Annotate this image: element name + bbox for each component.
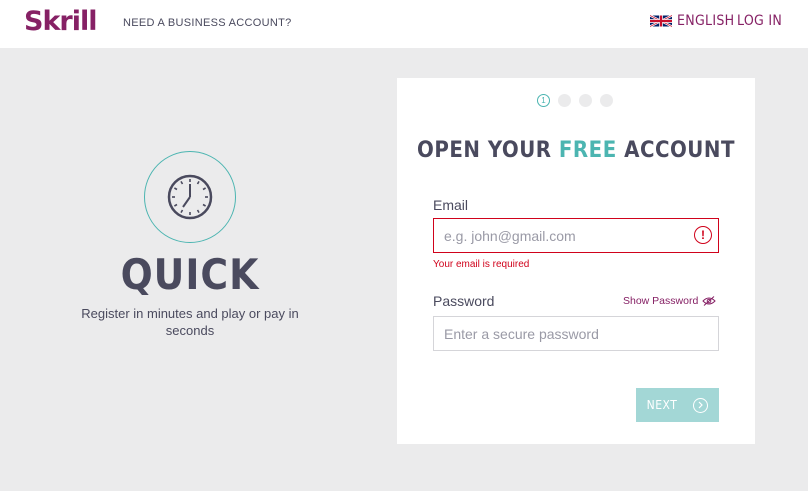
email-error-message: Your email is required xyxy=(433,259,530,270)
clock-circle xyxy=(144,151,236,243)
show-password-label: Show Password xyxy=(623,295,699,307)
eye-slash-icon xyxy=(702,296,717,306)
language-selector[interactable]: ENGLISH xyxy=(650,13,734,29)
email-input[interactable] xyxy=(433,218,719,253)
language-label: ENGLISH xyxy=(677,13,735,29)
chevron-right-icon xyxy=(693,397,709,413)
skrill-logo[interactable]: Skrill xyxy=(24,6,97,37)
password-label: Password xyxy=(433,293,495,309)
uk-flag-icon xyxy=(650,14,672,28)
signup-card: 1 OPEN YOUR FREE ACCOUNT Email ! Your em… xyxy=(397,78,755,444)
login-link[interactable]: LOG IN xyxy=(737,13,782,29)
business-account-link[interactable]: NEED A BUSINESS ACCOUNT? xyxy=(123,17,292,29)
promo-title: QUICK xyxy=(120,250,260,299)
step-dot-2 xyxy=(558,94,571,107)
form-title-part2: ACCOUNT xyxy=(616,138,735,163)
top-header: Skrill NEED A BUSINESS ACCOUNT? ENGLISH … xyxy=(0,0,808,48)
clock-icon xyxy=(167,174,213,220)
form-title-accent: FREE xyxy=(558,138,617,163)
form-title-part1: OPEN YOUR xyxy=(417,138,559,163)
promo-text: Register in minutes and play or pay in s… xyxy=(81,306,299,338)
step-dot-4 xyxy=(600,94,613,107)
email-error-icon: ! xyxy=(694,226,712,244)
next-button-label: NEXT xyxy=(646,398,678,412)
step-indicator: 1 xyxy=(537,94,621,107)
step-dot-3 xyxy=(579,94,592,107)
email-label: Email xyxy=(433,197,469,213)
next-button[interactable]: NEXT xyxy=(636,388,719,422)
step-dot-1: 1 xyxy=(537,94,550,107)
form-title: OPEN YOUR FREE ACCOUNT xyxy=(397,138,755,163)
password-input[interactable] xyxy=(433,316,719,351)
show-password-toggle[interactable]: Show Password xyxy=(623,295,717,307)
